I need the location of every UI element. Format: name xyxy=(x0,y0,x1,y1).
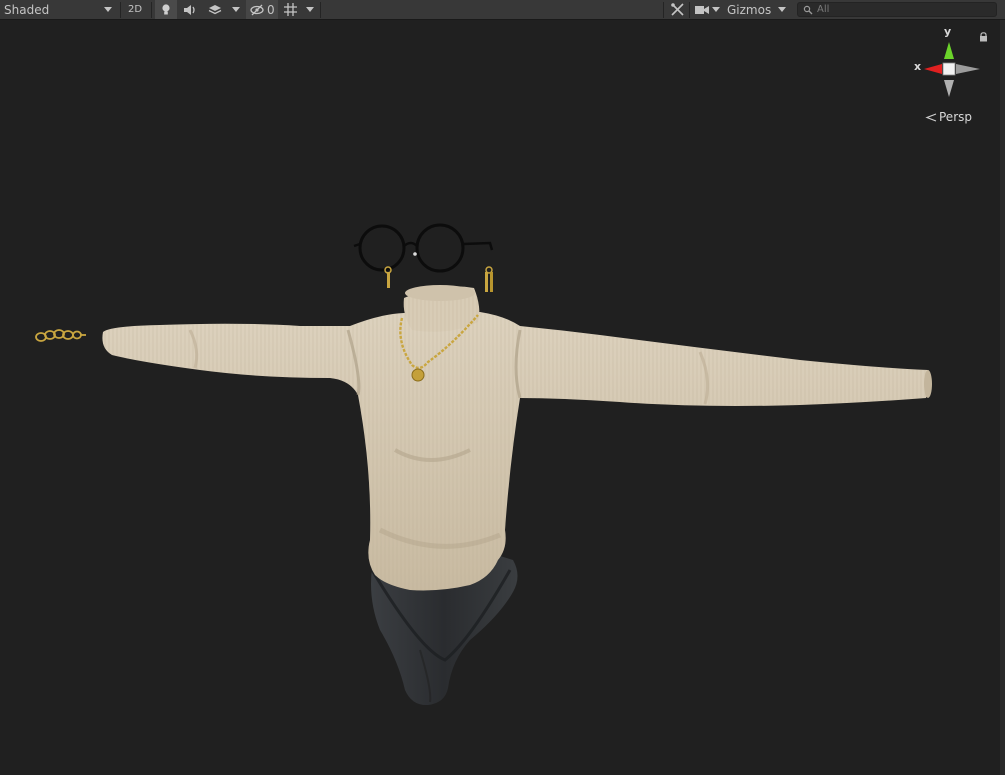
chevron-down-icon xyxy=(306,7,314,12)
x-axis-cone[interactable] xyxy=(924,64,942,74)
neg-x-axis-cone[interactable] xyxy=(956,64,980,74)
toolbar-divider xyxy=(689,2,690,18)
projection-label: Persp xyxy=(939,110,972,124)
y-axis-cone[interactable] xyxy=(944,42,954,59)
gizmos-button[interactable]: Gizmos xyxy=(725,0,773,19)
lighting-toggle-button[interactable] xyxy=(155,0,177,19)
chevron-down-icon xyxy=(712,7,720,12)
grid-toggle-button[interactable] xyxy=(280,0,300,19)
scene-visibility-toggle[interactable]: 0 xyxy=(246,0,278,19)
toolbar-divider xyxy=(320,2,321,18)
scene-viewport[interactable]: y x Persp xyxy=(0,20,1000,775)
search-input[interactable]: All xyxy=(797,2,997,17)
gizmos-label: Gizmos xyxy=(727,2,772,17)
visibility-icon xyxy=(250,4,264,15)
x-axis-label: x xyxy=(914,60,922,73)
shading-mode-dropdown[interactable]: Shaded xyxy=(0,0,118,19)
camera-icon xyxy=(695,5,709,14)
toggle-2d-label: 2D xyxy=(127,4,143,15)
y-axis-label: y xyxy=(944,25,952,38)
audio-icon xyxy=(184,4,195,15)
chevron-down-icon xyxy=(778,7,786,12)
viewport-edge xyxy=(1000,20,1005,775)
toolbar-divider xyxy=(120,2,121,18)
toolbar-divider xyxy=(663,2,664,18)
search-icon xyxy=(803,5,813,14)
scene-render xyxy=(35,223,932,706)
hidden-count: 0 xyxy=(267,2,275,17)
audio-toggle-button[interactable] xyxy=(179,0,201,19)
shading-mode-label: Shaded xyxy=(4,2,50,17)
glasses-model xyxy=(353,223,494,273)
orientation-gizmo[interactable] xyxy=(910,30,990,110)
gizmo-center-cube[interactable] xyxy=(942,62,956,76)
effects-toggle-button[interactable] xyxy=(204,0,226,19)
scene-toolbar: Shaded 2D 0 Gizmos All xyxy=(0,0,1005,20)
tools-icon xyxy=(670,3,684,16)
grid-icon xyxy=(283,3,297,16)
toolbar-divider xyxy=(151,2,152,18)
tools-button[interactable] xyxy=(667,0,687,19)
chevron-down-icon xyxy=(104,7,112,12)
perspective-icon xyxy=(925,112,937,122)
lock-icon[interactable] xyxy=(979,32,988,42)
grid-dropdown[interactable] xyxy=(302,0,318,19)
gold-bracelet xyxy=(35,329,86,342)
camera-settings-button[interactable] xyxy=(693,0,723,19)
lighting-icon xyxy=(162,4,170,15)
gizmos-dropdown[interactable] xyxy=(774,0,790,19)
search-placeholder: All xyxy=(817,4,830,15)
effects-icon xyxy=(208,4,222,14)
neg-y-axis-cone[interactable] xyxy=(944,80,954,97)
chevron-down-icon xyxy=(232,7,240,12)
effects-dropdown[interactable] xyxy=(228,0,244,19)
projection-toggle[interactable]: Persp xyxy=(925,110,972,124)
toggle-2d-button[interactable]: 2D xyxy=(124,0,146,19)
